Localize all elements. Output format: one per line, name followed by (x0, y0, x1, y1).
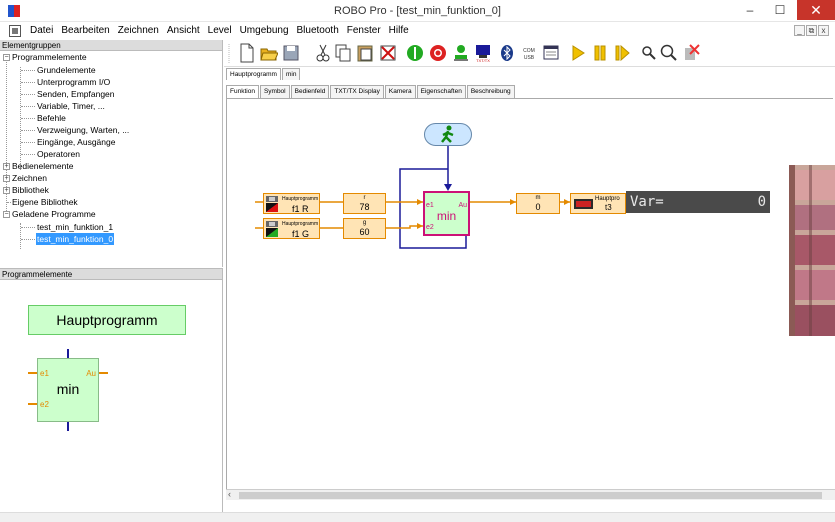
horizontal-scrollbar[interactable]: ‹ (226, 489, 835, 500)
input-block-f1-r[interactable]: Hauptprogramm f1 R (263, 193, 320, 214)
program-start-block[interactable] (424, 123, 472, 146)
diagram-wires (255, 146, 570, 249)
variable-block-m[interactable]: m 0 (516, 193, 560, 214)
start-walking-man-icon (441, 125, 454, 143)
variable-block-r[interactable]: r 78 (343, 193, 386, 214)
text-display: Var= 0 (626, 191, 770, 213)
status-bar (0, 512, 835, 522)
min-subprogram-block[interactable]: min e1 e2 Au (423, 191, 470, 236)
scroll-thumb[interactable] (239, 492, 822, 499)
camera-image (789, 165, 835, 336)
color-sensor-green-icon (266, 221, 278, 237)
color-sensor-red-icon (266, 196, 278, 212)
display-icon (574, 199, 593, 209)
input-block-f1-g[interactable]: Hauptprogramm f1 G (263, 218, 320, 239)
variable-block-g[interactable]: g 60 (343, 218, 386, 239)
scroll-left-icon[interactable]: ‹ (228, 489, 231, 499)
display-output-block[interactable]: Hauptpro t3 (570, 193, 626, 214)
